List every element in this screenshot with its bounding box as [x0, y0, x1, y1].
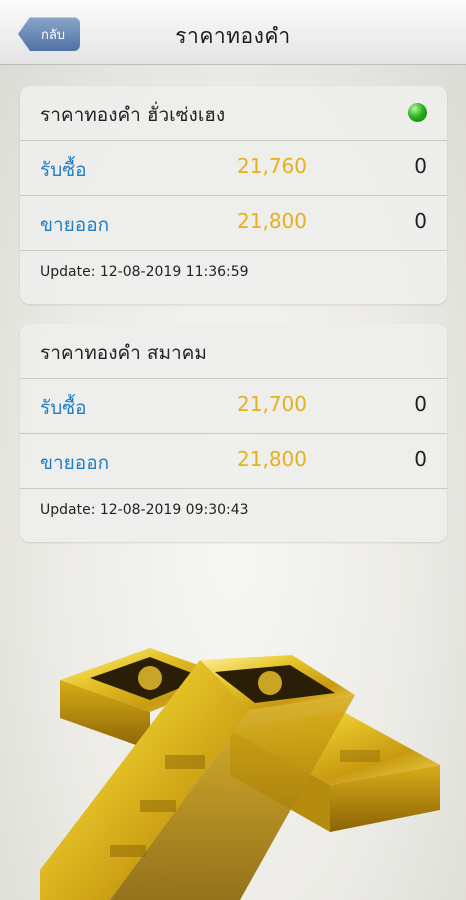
card-header: ราคาทองคำ ฮั่วเซ่งเฮง [20, 86, 447, 141]
buy-change: 0 [414, 154, 427, 178]
buy-price: 21,760 [237, 154, 307, 178]
navigation-bar: กลับ ราคาทองคำ [0, 0, 466, 65]
buy-row: รับซื้อ 21,700 0 [20, 379, 447, 434]
page-title: ราคาทองคำ [175, 24, 291, 48]
gold-bars-icon [40, 648, 440, 900]
gold-price-card-huaseng: ราคาทองคำ ฮั่วเซ่งเฮง รับซื้อ 21,760 0 ข… [20, 86, 447, 304]
sell-price: 21,800 [237, 209, 307, 233]
sell-price: 21,800 [237, 447, 307, 471]
sell-label: ขายออก [40, 452, 110, 474]
sell-row: ขายออก 21,800 0 [20, 434, 447, 489]
sell-change: 0 [414, 447, 427, 471]
card-header: ราคาทองคำ สมาคม [20, 324, 447, 379]
buy-label: รับซื้อ [40, 397, 87, 419]
status-indicator-icon [408, 103, 427, 122]
buy-price: 21,700 [237, 392, 307, 416]
buy-label: รับซื้อ [40, 159, 87, 181]
sell-row: ขายออก 21,800 0 [20, 196, 447, 251]
update-timestamp: Update: 12-08-2019 09:30:43 [40, 502, 249, 518]
buy-row: รับซื้อ 21,760 0 [20, 141, 447, 196]
card-title: ราคาทองคำ ฮั่วเซ่งเฮง [40, 104, 226, 126]
buy-change: 0 [414, 392, 427, 416]
sell-change: 0 [414, 209, 427, 233]
sell-label: ขายออก [40, 214, 110, 236]
gold-price-card-association: ราคาทองคำ สมาคม รับซื้อ 21,700 0 ขายออก … [20, 324, 447, 542]
card-title: ราคาทองคำ สมาคม [40, 342, 207, 364]
update-timestamp: Update: 12-08-2019 11:36:59 [40, 264, 249, 280]
